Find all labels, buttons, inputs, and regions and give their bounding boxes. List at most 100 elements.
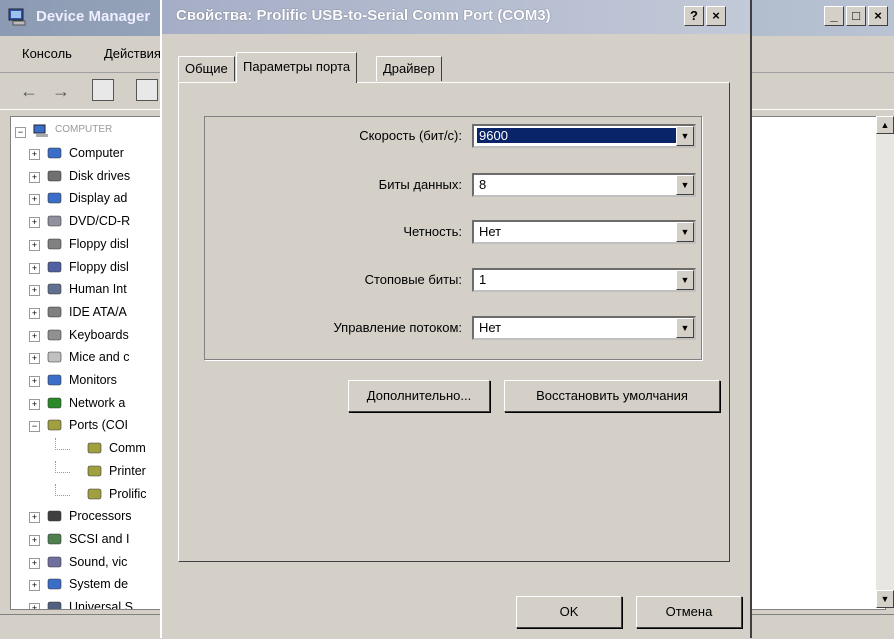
close-button[interactable]: ×: [868, 6, 888, 26]
expand-icon[interactable]: +: [29, 239, 40, 251]
port-icon: [87, 488, 102, 499]
console-tree-icon[interactable]: [92, 79, 114, 101]
minimize-button[interactable]: _: [824, 6, 844, 26]
collapse-icon[interactable]: −: [29, 421, 40, 433]
tree-connector: [55, 460, 70, 473]
data-bits-select[interactable]: 8 ▼: [472, 173, 696, 197]
port-icon: [87, 442, 102, 454]
tree-item-label: SCSI and I: [69, 531, 130, 546]
expand-icon[interactable]: +: [29, 171, 40, 183]
expand-icon[interactable]: +: [29, 262, 40, 274]
tree-item-label: Human Int: [69, 282, 127, 297]
chevron-down-icon[interactable]: ▼: [676, 270, 694, 290]
stop-bits-select[interactable]: 1 ▼: [472, 268, 696, 292]
monitor-icon: [47, 374, 62, 386]
disk-drive-icon: [47, 170, 62, 181]
chevron-down-icon[interactable]: ▼: [676, 222, 694, 242]
parity-value: Нет: [479, 224, 502, 239]
tree-connector: [55, 483, 70, 496]
computer-icon: [47, 147, 62, 159]
expand-icon[interactable]: +: [29, 149, 40, 160]
processor-icon: [47, 510, 62, 522]
advanced-button[interactable]: Дополнительно...: [348, 380, 490, 412]
tree-item-label: Keyboards: [69, 327, 129, 342]
dialog-close-button[interactable]: ×: [706, 6, 726, 26]
tree-item-label: Floppy disl: [69, 259, 129, 274]
expand-icon[interactable]: +: [29, 285, 40, 297]
scroll-down-icon[interactable]: ▼: [876, 590, 894, 608]
tab-general[interactable]: Общие: [178, 56, 235, 81]
expand-icon[interactable]: +: [29, 353, 40, 365]
chevron-down-icon[interactable]: ▼: [676, 318, 694, 338]
device-manager-window-controls: _ □ ×: [822, 6, 888, 30]
tree-item-label: Comm: [109, 441, 146, 456]
chevron-down-icon[interactable]: ▼: [676, 126, 694, 146]
tab-port-settings[interactable]: Параметры порта: [236, 52, 358, 83]
computer-name: COMPUTER: [55, 124, 113, 135]
expand-icon[interactable]: +: [29, 376, 40, 387]
tree-item-label: DVD/CD-R: [69, 214, 131, 229]
tree-item-label: IDE ATA/A: [69, 304, 127, 319]
floppy-controller-icon: [47, 238, 62, 250]
scsi-icon: [47, 533, 62, 545]
expand-icon[interactable]: +: [29, 512, 40, 524]
expand-icon[interactable]: +: [29, 603, 40, 609]
tree-item-label: System de: [69, 577, 129, 592]
baud-rate-value: 9600: [477, 128, 677, 143]
parity-label: Четность:: [403, 224, 462, 239]
scroll-up-icon[interactable]: ▲: [876, 116, 894, 134]
tree-item-label: Processors: [69, 509, 132, 524]
tab-driver[interactable]: Драйвер: [376, 56, 442, 81]
floppy-drive-icon: [47, 261, 62, 272]
sound-icon: [47, 556, 62, 567]
tree-item-label: Network a: [69, 395, 126, 410]
cancel-button[interactable]: Отмена: [636, 596, 742, 628]
tree-item-label: Mice and c: [69, 350, 130, 365]
ok-button[interactable]: OK: [516, 596, 622, 628]
data-bits-value: 8: [479, 177, 487, 192]
expand-icon[interactable]: +: [29, 534, 40, 546]
tree-item-label: Display ad: [69, 191, 128, 206]
properties-icon[interactable]: [136, 79, 158, 101]
system-icon: [47, 578, 62, 590]
dialog-title-bar[interactable]: Свойства: Prolific USB-to-Serial Comm Po…: [162, 0, 750, 34]
parity-select[interactable]: Нет ▼: [472, 220, 696, 244]
expand-icon[interactable]: +: [29, 194, 40, 206]
expand-icon[interactable]: +: [29, 557, 40, 569]
menu-actions[interactable]: Действия: [104, 46, 161, 61]
data-bits-label: Биты данных:: [378, 177, 462, 192]
menu-console[interactable]: Консоль: [22, 46, 72, 61]
vertical-scrollbar[interactable]: ▲ ▼: [876, 116, 894, 608]
forward-arrow-icon[interactable]: →: [52, 81, 70, 102]
tree-item-label: Disk drives: [69, 168, 131, 183]
flow-control-select[interactable]: Нет ▼: [472, 316, 696, 340]
usb-icon: [47, 601, 62, 609]
help-button[interactable]: ?: [684, 6, 704, 26]
properties-dialog: Свойства: Prolific USB-to-Serial Comm Po…: [160, 0, 752, 638]
expand-icon[interactable]: +: [29, 307, 40, 319]
port-icon: [87, 465, 102, 477]
stop-bits-value: 1: [479, 272, 487, 287]
network-icon: [47, 397, 62, 408]
device-manager-title: Device Manager: [36, 8, 151, 25]
tree-item-label: Ports (COI: [69, 418, 129, 433]
restore-defaults-button[interactable]: Восстановить умолчания: [504, 380, 720, 412]
flow-control-value: Нет: [479, 320, 502, 335]
tree-item-label: Sound, vic: [69, 554, 128, 569]
expand-icon[interactable]: +: [29, 580, 40, 592]
maximize-button[interactable]: □: [846, 6, 866, 26]
device-manager-icon: [8, 8, 26, 26]
flow-control-label: Управление потоком:: [333, 320, 462, 335]
baud-rate-select[interactable]: 9600 ▼: [472, 124, 696, 148]
computer-icon: [33, 124, 48, 137]
tree-item-label: Computer: [69, 146, 124, 160]
collapse-icon[interactable]: −: [15, 127, 26, 138]
tree-item-label: Monitors: [69, 373, 117, 387]
tree-item-label: Universal S: [69, 600, 133, 610]
expand-icon[interactable]: +: [29, 217, 40, 229]
back-arrow-icon[interactable]: ←: [20, 81, 38, 102]
chevron-down-icon[interactable]: ▼: [676, 175, 694, 195]
port-icon: [47, 420, 62, 431]
expand-icon[interactable]: +: [29, 398, 40, 410]
expand-icon[interactable]: +: [29, 330, 40, 342]
